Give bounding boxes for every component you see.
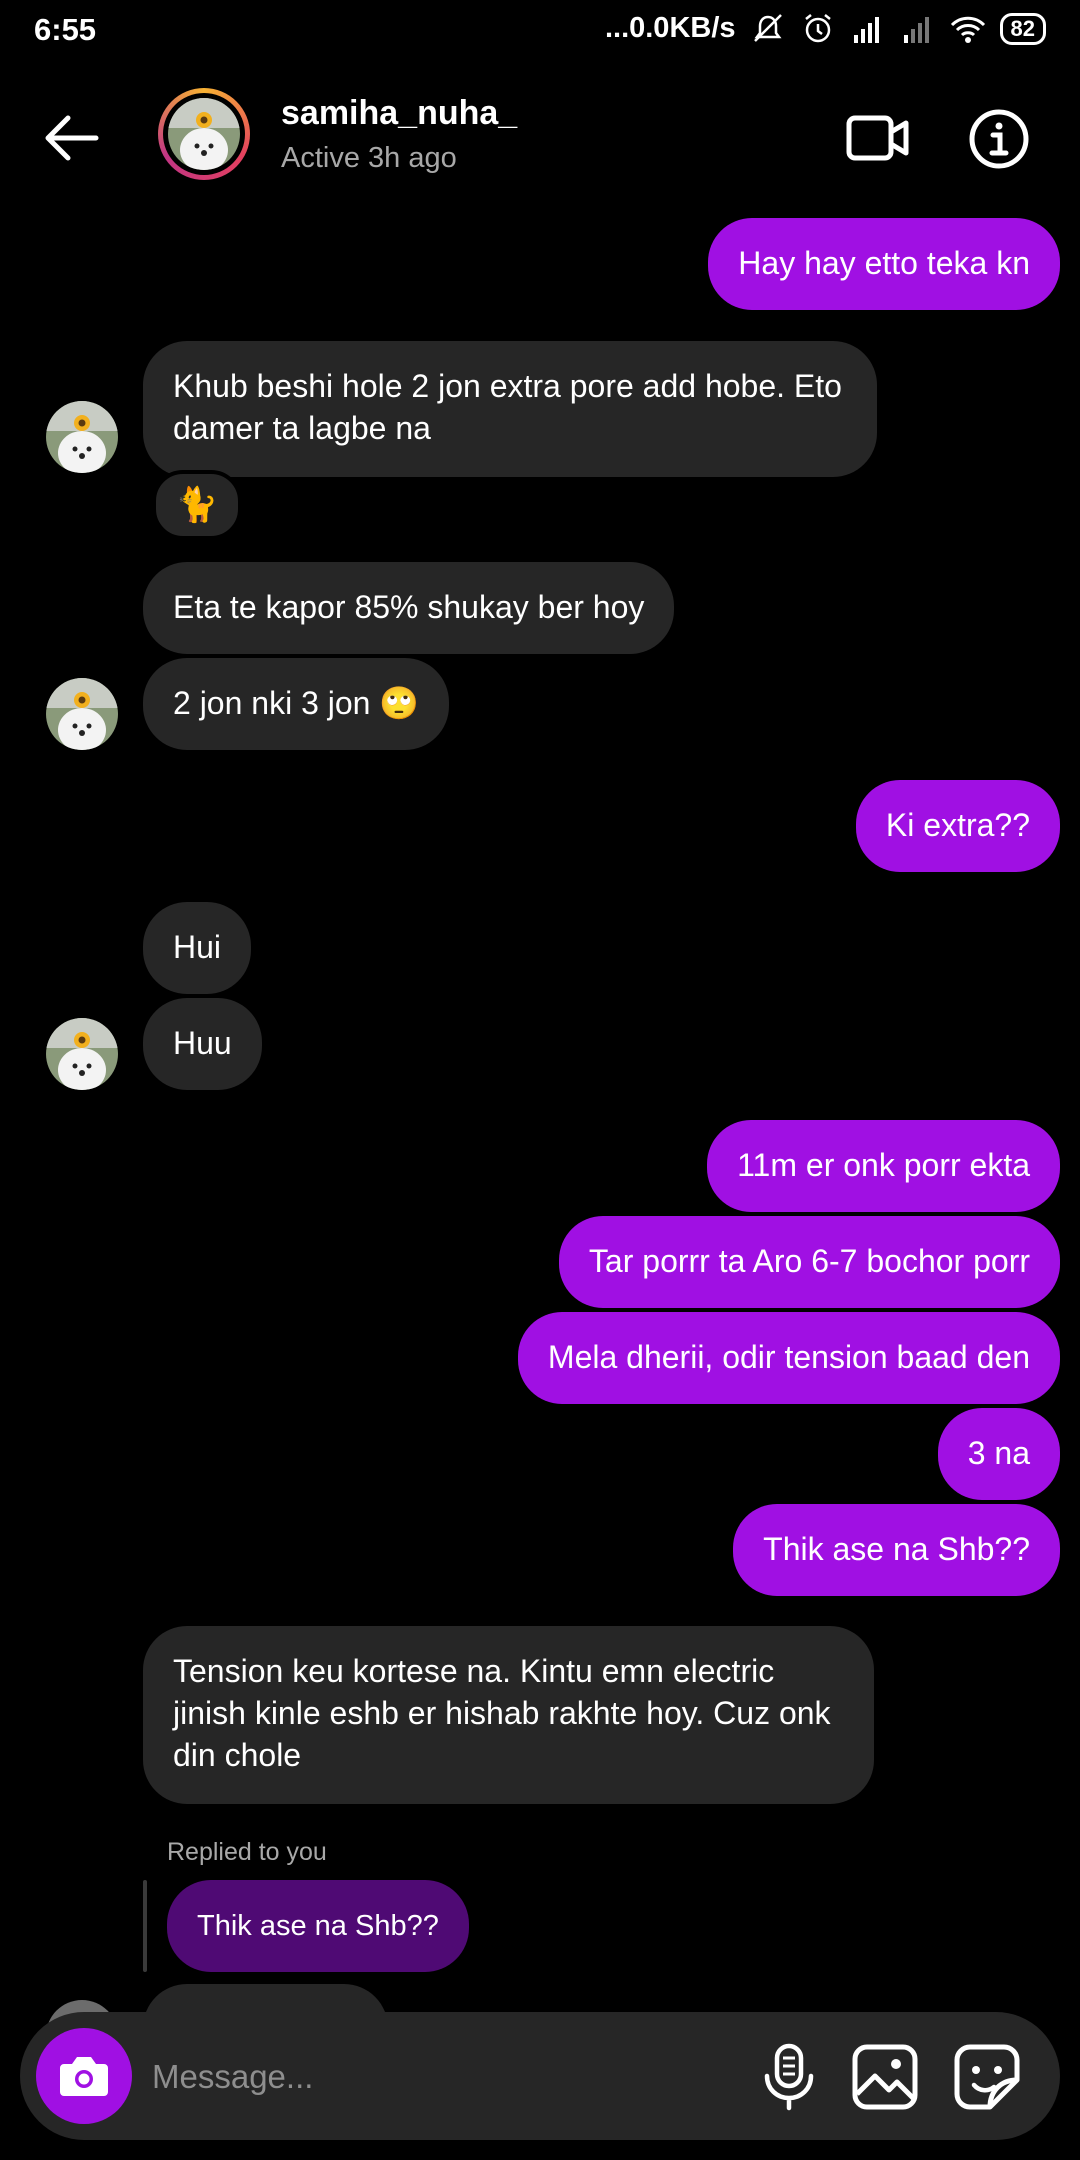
sender-avatar[interactable] bbox=[46, 401, 118, 473]
message-outgoing[interactable]: Hay hay etto teka kn bbox=[708, 218, 1060, 310]
battery-indicator: 82 bbox=[999, 12, 1046, 45]
alarm-icon bbox=[804, 13, 831, 42]
message-incoming[interactable]: Hui bbox=[143, 902, 252, 994]
message-input[interactable] bbox=[150, 2040, 714, 2114]
sender-avatar[interactable] bbox=[46, 678, 118, 750]
message-outgoing[interactable]: 3 na bbox=[937, 1408, 1060, 1500]
gallery-icon[interactable] bbox=[850, 2042, 920, 2112]
message-incoming[interactable]: Tension keu kortese na. Kintu emn electr… bbox=[143, 1626, 874, 1804]
message-outgoing[interactable]: 11m er onk porr ekta bbox=[707, 1120, 1060, 1212]
video-call-icon[interactable] bbox=[846, 110, 910, 166]
info-icon[interactable] bbox=[968, 108, 1030, 170]
message-incoming[interactable]: Huu bbox=[143, 998, 262, 1090]
back-arrow-icon[interactable] bbox=[40, 110, 102, 166]
wifi-icon bbox=[950, 16, 985, 43]
sticker-icon[interactable] bbox=[952, 2042, 1022, 2112]
message-outgoing[interactable]: Tar porrr ta Aro 6-7 bochor porr bbox=[558, 1216, 1060, 1308]
signal-weak-icon bbox=[903, 16, 929, 43]
sender-avatar[interactable] bbox=[46, 1018, 118, 1090]
status-icons: ...0.0KB/s 82 bbox=[605, 12, 1046, 45]
message-outgoing[interactable]: Thik ase na Shb?? bbox=[733, 1504, 1060, 1596]
reply-indicator-line bbox=[143, 1880, 147, 1972]
camera-icon bbox=[60, 2057, 108, 2096]
mute-bell-icon bbox=[753, 13, 782, 42]
camera-button[interactable] bbox=[36, 2028, 132, 2124]
reply-quote-bubble[interactable]: Thik ase na Shb?? bbox=[167, 1880, 469, 1972]
signal-icon bbox=[853, 16, 879, 43]
avatar[interactable] bbox=[158, 88, 250, 180]
dog-avatar-icon bbox=[168, 98, 240, 170]
replied-to-label: Replied to you bbox=[167, 1838, 327, 1866]
message-outgoing[interactable]: Mela dherii, odir tension baad den bbox=[517, 1312, 1060, 1404]
status-bar: 6:55 ...0.0KB/s 82 bbox=[0, 0, 1080, 62]
chat-header: samiha_nuha_ Active 3h ago bbox=[0, 70, 1080, 206]
microphone-icon[interactable] bbox=[756, 2042, 822, 2112]
message-outgoing[interactable]: Ki extra?? bbox=[855, 780, 1060, 872]
network-speed: ...0.0KB/s bbox=[604, 12, 736, 44]
status-time: 6:55 bbox=[34, 12, 97, 47]
message-composer bbox=[20, 2012, 1060, 2140]
active-status: Active 3h ago bbox=[281, 142, 457, 174]
message-reaction[interactable]: 🐈 bbox=[152, 470, 242, 540]
message-incoming[interactable]: 2 jon nki 3 jon 🙄 bbox=[143, 658, 450, 750]
message-incoming[interactable]: Khub beshi hole 2 jon extra pore add hob… bbox=[143, 341, 877, 477]
message-incoming[interactable]: Eta te kapor 85% shukay ber hoy bbox=[143, 562, 675, 654]
chat-username[interactable]: samiha_nuha_ bbox=[281, 94, 517, 133]
